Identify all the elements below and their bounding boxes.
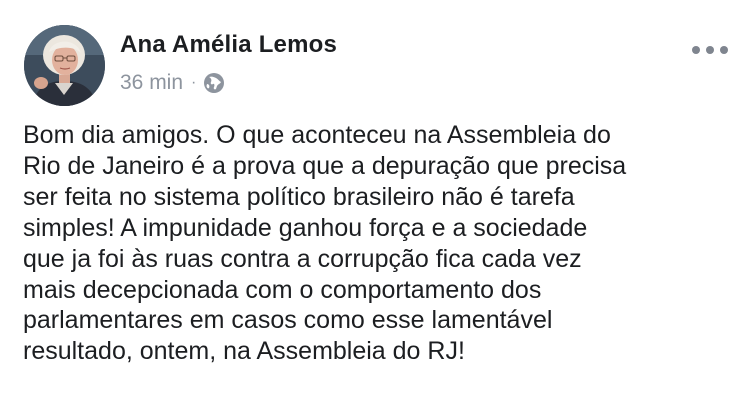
globe-icon[interactable] [203, 72, 225, 94]
post-text-line: Bom dia amigos. O que aconteceu na Assem… [23, 121, 611, 149]
more-options-dot [706, 46, 714, 54]
post-text: Bom dia amigos. O que aconteceu na Assem… [23, 120, 743, 367]
post-text-line: que ja foi às ruas contra a corrupção fi… [23, 244, 582, 273]
facebook-post: Ana Amélia Lemos 36 min · Bom dia amigos… [0, 0, 750, 413]
post-timestamp[interactable]: 36 min [120, 71, 183, 95]
post-text-line: parlamentares em casos como esse lamentá… [23, 306, 553, 335]
avatar[interactable] [24, 25, 105, 106]
post-text-line: mais decepcionada com o comportamento do… [23, 275, 542, 304]
meta-separator: · [191, 74, 197, 91]
post-text-line: resultado, ontem, na Assembleia do RJ! [23, 337, 465, 366]
more-options-dot [720, 46, 728, 54]
post-meta: 36 min · [120, 70, 225, 96]
post-text-line: Rio de Janeiro é a prova que a depuração… [23, 151, 627, 180]
post-text-line: simples! A impunidade ganhou força e a s… [23, 213, 588, 242]
more-options-dot [692, 46, 700, 54]
author-name[interactable]: Ana Amélia Lemos [120, 31, 337, 59]
post-text-line: ser feita no sistema político brasileiro… [23, 182, 575, 211]
more-options-icon[interactable] [692, 40, 728, 60]
